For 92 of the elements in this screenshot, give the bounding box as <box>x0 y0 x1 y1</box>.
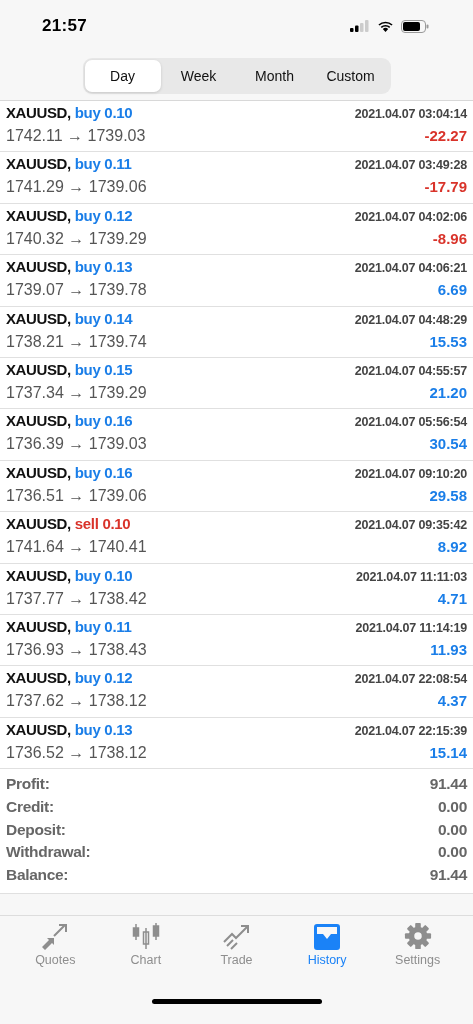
profit-value: 4.37 <box>437 692 467 710</box>
profit-value: 8.92 <box>437 538 467 556</box>
deal-time: 2021.04.07 05:56:54 <box>354 415 467 430</box>
order-text: sell 0.10 <box>74 515 131 533</box>
wifi-icon <box>377 20 394 32</box>
order-text: buy 0.13 <box>74 258 133 276</box>
deal-row[interactable]: XAUUSD, buy 0.10 2021.04.07 03:04:14 1742.11 → 1739.03 -22.27 <box>0 101 473 153</box>
profit-value: 29.58 <box>429 486 467 504</box>
deal-time: 2021.04.07 09:35:42 <box>354 518 467 533</box>
price-text: 1737.77 → 1738.42 <box>6 589 147 608</box>
summary-value: 0.00 <box>438 843 467 862</box>
deal-row[interactable]: XAUUSD, buy 0.11 2021.04.07 03:49:28 1741.29 → 1739.06 -17.79 <box>0 152 473 204</box>
battery-icon <box>401 19 429 33</box>
period-tab[interactable]: Custom <box>312 60 389 92</box>
settings-icon <box>403 921 432 950</box>
symbol-text: XAUUSD, <box>6 669 71 687</box>
symbol-text: XAUUSD, <box>6 104 71 121</box>
profit-value: -22.27 <box>424 127 467 144</box>
period-tab[interactable]: Month <box>236 60 313 92</box>
price-text: 1738.21 → 1739.74 <box>6 332 147 351</box>
signal-icon <box>350 20 370 32</box>
summary-value: 0.00 <box>438 820 467 839</box>
deal-time: 2021.04.07 11:11:03 <box>356 569 467 584</box>
summary-label: Deposit: <box>6 820 66 839</box>
price-text: 1741.29 → 1739.06 <box>6 178 147 197</box>
summary-value: 91.44 <box>429 775 467 794</box>
order-text: buy 0.12 <box>74 206 133 224</box>
tab-bar-item[interactable]: History <box>281 919 373 980</box>
deal-row[interactable]: XAUUSD, buy 0.16 2021.04.07 09:10:20 1736.51 → 1739.06 29.58 <box>0 460 473 513</box>
price-text: 1740.32 → 1739.29 <box>6 229 147 248</box>
price-text: 1736.51 → 1739.06 <box>6 486 147 505</box>
inbox-icon <box>312 921 343 950</box>
order-text: buy 0.11 <box>74 617 132 635</box>
deal-time: 2021.04.07 03:04:14 <box>354 107 467 121</box>
period-tab[interactable]: Week <box>160 60 237 92</box>
price-text: 1737.34 → 1739.29 <box>6 383 147 402</box>
price-text: 1741.64 → 1740.41 <box>6 538 147 557</box>
order-text: buy 0.11 <box>74 155 132 173</box>
order-text: buy 0.13 <box>74 720 133 738</box>
deal-time: 2021.04.07 22:15:39 <box>354 723 467 738</box>
deal-time: 2021.04.07 22:08:54 <box>354 672 467 687</box>
order-text: buy 0.14 <box>74 309 133 327</box>
summary-label: Profit: <box>6 775 50 794</box>
status-time: 21:57 <box>42 16 87 36</box>
candlestick-icon <box>130 921 161 950</box>
price-text: 1736.39 → 1739.03 <box>6 435 147 454</box>
symbol-text: XAUUSD, <box>6 206 71 224</box>
period-tab[interactable]: Day <box>84 60 161 92</box>
profit-value: 21.20 <box>429 383 467 401</box>
symbol-text: XAUUSD, <box>6 566 71 584</box>
symbol-text: XAUUSD, <box>6 412 71 430</box>
deal-time: 2021.04.07 04:02:06 <box>354 209 467 224</box>
home-indicator[interactable] <box>151 998 322 1004</box>
order-text: buy 0.10 <box>74 104 133 121</box>
deal-time: 2021.04.07 04:55:57 <box>354 363 467 378</box>
deal-time: 2021.04.07 04:06:21 <box>354 261 467 276</box>
symbol-text: XAUUSD, <box>6 617 71 635</box>
deal-row[interactable]: XAUUSD, buy 0.12 2021.04.07 04:02:06 1740.32 → 1739.29 -8.96 <box>0 203 473 256</box>
profit-value: -8.96 <box>432 229 467 247</box>
price-text: 1742.11 → 1739.03 <box>6 127 146 145</box>
price-text: 1739.07 → 1739.78 <box>6 281 147 300</box>
order-text: buy 0.15 <box>74 360 133 378</box>
summary-value: 0.00 <box>438 798 467 817</box>
profit-value: -17.79 <box>424 178 467 196</box>
summary-label: Credit: <box>6 798 54 817</box>
summary-value: 91.44 <box>429 866 467 885</box>
symbol-text: XAUUSD, <box>6 258 71 276</box>
profit-value: 11.93 <box>430 640 467 658</box>
order-text: buy 0.16 <box>74 463 133 481</box>
symbol-text: XAUUSD, <box>6 155 71 173</box>
profit-value: 6.69 <box>437 281 467 299</box>
symbol-text: XAUUSD, <box>6 463 71 481</box>
order-text: buy 0.12 <box>74 669 133 687</box>
deal-time: 2021.04.07 11:14:19 <box>355 620 467 635</box>
profit-value: 15.53 <box>429 332 467 350</box>
profit-value: 30.54 <box>429 435 467 453</box>
profit-value: 15.14 <box>429 743 467 761</box>
profit-value: 4.71 <box>437 589 467 607</box>
deal-time: 2021.04.07 04:48:29 <box>354 312 467 327</box>
symbol-text: XAUUSD, <box>6 360 71 378</box>
price-text: 1737.62 → 1738.12 <box>6 692 147 711</box>
symbol-text: XAUUSD, <box>6 515 71 533</box>
summary-label: Withdrawal: <box>6 843 91 862</box>
symbol-text: XAUUSD, <box>6 309 71 327</box>
price-text: 1736.52 → 1738.12 <box>6 743 147 762</box>
order-text: buy 0.16 <box>74 412 133 430</box>
deal-time: 2021.04.07 03:49:28 <box>354 158 467 173</box>
price-text: 1736.93 → 1738.43 <box>6 640 147 659</box>
symbol-text: XAUUSD, <box>6 720 71 738</box>
order-text: buy 0.10 <box>74 566 133 584</box>
deal-time: 2021.04.07 09:10:20 <box>354 466 467 481</box>
summary-label: Balance: <box>6 866 69 885</box>
